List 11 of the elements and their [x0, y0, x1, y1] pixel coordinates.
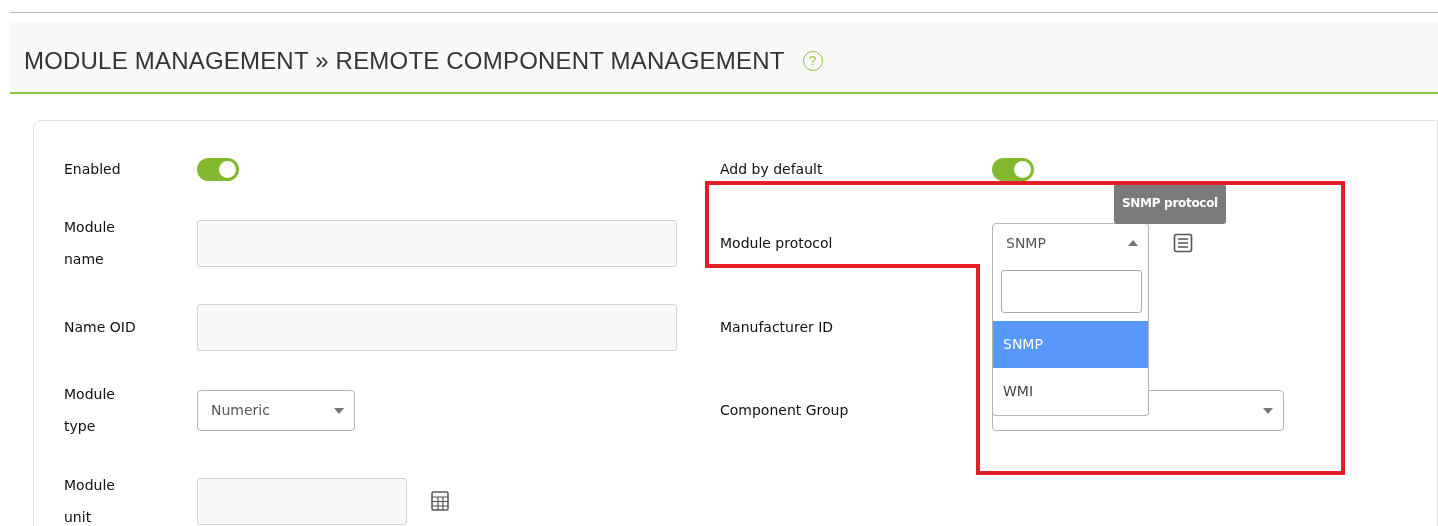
field-label: Manufacturer ID [720, 318, 834, 337]
field-label: Add by default [720, 160, 823, 179]
field-label: Module protocol [720, 234, 833, 253]
field-label: Name OID [64, 318, 136, 337]
field-label: Module name [64, 218, 116, 269]
tooltip: SNMP protocol [1114, 183, 1226, 224]
field-label: Component Group [720, 401, 849, 420]
page-title: MODULE MANAGEMENT » REMOTE COMPONENT MANAGEMENT [24, 47, 785, 75]
field-label: Enabled [64, 160, 121, 179]
field-label: Module unit [64, 476, 116, 526]
field-label: Module type [64, 385, 116, 436]
